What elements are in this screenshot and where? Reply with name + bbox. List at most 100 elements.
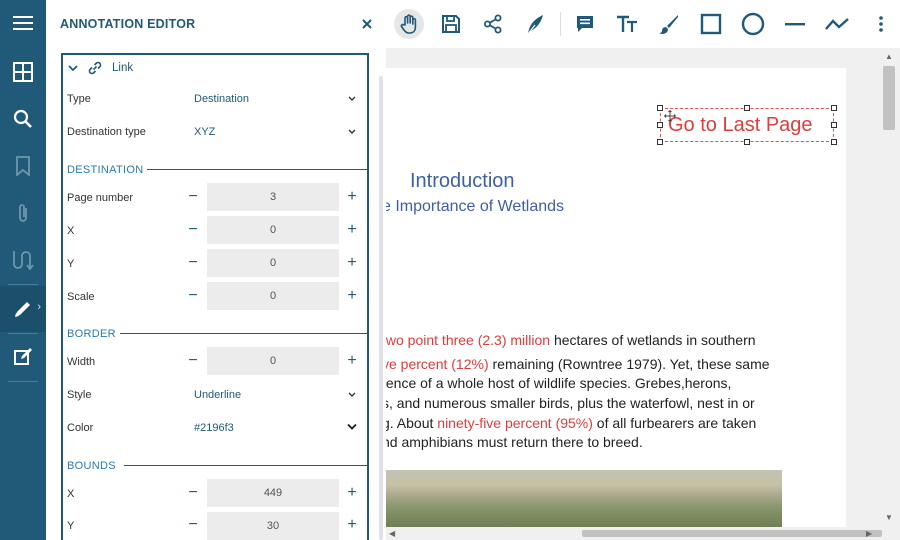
- width-decrement[interactable]: −: [187, 353, 199, 369]
- destination-section-title: DESTINATION: [67, 164, 144, 176]
- share-icon[interactable]: [478, 9, 508, 39]
- resize-handle-bottom-left[interactable]: [657, 139, 663, 145]
- form-editor-icon[interactable]: [0, 334, 46, 380]
- attachment-icon[interactable]: [0, 190, 46, 236]
- scale-label: Scale: [67, 291, 95, 303]
- circle-shape-icon[interactable]: [738, 9, 768, 39]
- scroll-right-arrow-icon[interactable]: ▶: [866, 529, 872, 538]
- width-increment[interactable]: +: [346, 353, 358, 369]
- scroll-down-arrow-icon[interactable]: ▼: [885, 513, 893, 522]
- ink-pen-icon[interactable]: [520, 9, 550, 39]
- save-icon[interactable]: [436, 9, 466, 39]
- bounds-y-label: Y: [67, 520, 75, 532]
- chevron-down-icon[interactable]: [346, 391, 358, 399]
- left-nav-rail: ›: [0, 0, 46, 540]
- destination-type-select[interactable]: XYZ: [194, 126, 215, 138]
- y-increment[interactable]: +: [346, 255, 358, 271]
- type-select[interactable]: Destination: [194, 93, 249, 105]
- chevron-down-icon[interactable]: [346, 423, 358, 431]
- pan-tool-icon[interactable]: [394, 9, 424, 39]
- resize-handle-left[interactable]: [657, 122, 663, 128]
- document-page[interactable]: Go to Last Page Introduction e Importanc…: [386, 68, 846, 528]
- resize-handle-top-left[interactable]: [657, 105, 663, 111]
- resize-handle-right[interactable]: [831, 122, 837, 128]
- bounds-section-title: BOUNDS: [67, 460, 116, 472]
- resize-handle-bottom[interactable]: [744, 139, 750, 145]
- width-input[interactable]: 0: [207, 347, 339, 375]
- properties-panel: Link Type Destination Destination type X…: [46, 48, 386, 540]
- bounds-x-decrement[interactable]: −: [187, 485, 199, 501]
- scroll-up-arrow-icon[interactable]: ▲: [885, 52, 893, 61]
- thumbnails-icon[interactable]: [0, 49, 46, 95]
- document-viewport[interactable]: Go to Last Page Introduction e Importanc…: [386, 48, 900, 540]
- annotation-toolbar: ANNOTATION EDITOR: [46, 0, 900, 49]
- paragraph-line: ve percent (12%) remaining (Rowntree 197…: [386, 356, 770, 372]
- chevron-down-icon[interactable]: [346, 95, 358, 103]
- page-number-increment[interactable]: +: [346, 189, 358, 205]
- document-heading: Introduction: [410, 170, 515, 192]
- style-select[interactable]: Underline: [194, 389, 241, 401]
- bookmark-icon[interactable]: [0, 143, 46, 189]
- free-text-icon[interactable]: [612, 9, 642, 39]
- type-label: Type: [67, 93, 91, 105]
- y-label: Y: [67, 258, 75, 270]
- resize-handle-top-right[interactable]: [831, 105, 837, 111]
- link-annotation[interactable]: Go to Last Page: [657, 105, 837, 145]
- x-decrement[interactable]: −: [187, 222, 199, 238]
- color-label: Color: [67, 422, 94, 434]
- width-label: Width: [67, 356, 96, 368]
- x-label: X: [67, 225, 75, 237]
- paragraph-line: two point three (2.3) million hectares o…: [386, 332, 756, 348]
- bounds-x-increment[interactable]: +: [346, 485, 358, 501]
- link-icon: [88, 61, 102, 75]
- square-shape-icon[interactable]: [696, 9, 726, 39]
- resize-handle-bottom-right[interactable]: [831, 139, 837, 145]
- page-number-label: Page number: [67, 192, 134, 204]
- chevron-down-icon[interactable]: [346, 128, 358, 136]
- x-increment[interactable]: +: [346, 222, 358, 238]
- close-icon[interactable]: [352, 9, 382, 39]
- color-select[interactable]: #2196f3: [194, 422, 234, 434]
- bounds-y-input[interactable]: 30: [207, 512, 339, 540]
- link-annotation-text[interactable]: Go to Last Page: [668, 114, 813, 137]
- bounds-x-input[interactable]: 449: [207, 479, 339, 507]
- brush-icon[interactable]: [654, 9, 684, 39]
- vertical-scrollbar[interactable]: ▲ ▼: [878, 48, 900, 527]
- y-decrement[interactable]: −: [187, 255, 199, 271]
- bounds-y-increment[interactable]: +: [346, 517, 358, 533]
- paragraph-line: tence of a whole host of wildlife specie…: [386, 375, 732, 391]
- editor-title: ANNOTATION EDITOR: [60, 17, 196, 31]
- bounds-x-label: X: [67, 488, 75, 500]
- scroll-left-arrow-icon[interactable]: ◀: [389, 529, 395, 538]
- polyline-shape-icon[interactable]: [822, 9, 852, 39]
- annotation-editor-icon[interactable]: ›: [0, 286, 46, 332]
- chevron-right-icon: ›: [37, 301, 41, 313]
- y-input[interactable]: 0: [207, 249, 339, 277]
- more-options-icon[interactable]: [866, 9, 896, 39]
- link-header-label: Link: [112, 62, 134, 74]
- wetland-photo: [386, 470, 782, 528]
- scale-input[interactable]: 0: [207, 282, 339, 310]
- page-number-decrement[interactable]: −: [187, 189, 199, 205]
- x-input[interactable]: 0: [207, 216, 339, 244]
- document-subheading: e Importance of Wetlands: [386, 198, 565, 215]
- paragraph-line: s, and numerous smaller birds, plus the …: [386, 395, 755, 411]
- page-number-input[interactable]: 3: [207, 183, 339, 211]
- move-icon[interactable]: [664, 110, 676, 122]
- menu-icon[interactable]: [0, 0, 46, 46]
- line-shape-icon[interactable]: [780, 9, 810, 39]
- signature-icon[interactable]: [0, 237, 46, 283]
- bounds-y-decrement[interactable]: −: [187, 517, 199, 533]
- horizontal-scroll-thumb[interactable]: [582, 530, 882, 537]
- comment-icon[interactable]: [570, 9, 600, 39]
- resize-handle-top[interactable]: [744, 105, 750, 111]
- horizontal-scrollbar[interactable]: ◀ ▶: [386, 527, 882, 540]
- paragraph-line: g. About ninety-five percent (95%) of al…: [386, 415, 757, 431]
- scale-increment[interactable]: +: [346, 288, 358, 304]
- panel-scrollbar[interactable]: [379, 76, 383, 540]
- scale-decrement[interactable]: −: [187, 288, 199, 304]
- paragraph-line: nd amphibians must return there to breed…: [386, 434, 643, 450]
- collapse-chevron-icon[interactable]: [68, 64, 78, 72]
- search-icon[interactable]: [0, 96, 46, 142]
- vertical-scroll-thumb[interactable]: [883, 66, 895, 130]
